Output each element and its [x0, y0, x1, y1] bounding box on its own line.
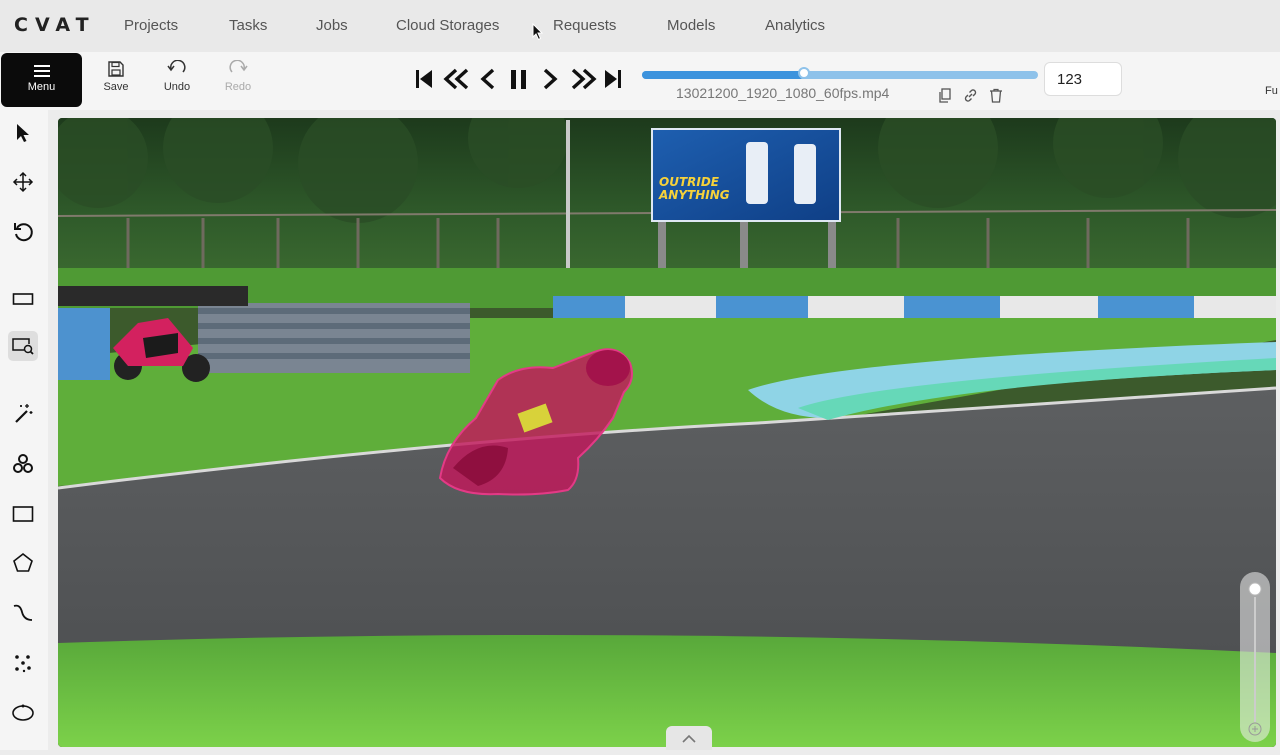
draw-rectangle-tool[interactable] [10, 501, 36, 527]
fit-image-icon [12, 293, 34, 305]
undo-icon [167, 60, 186, 73]
previous-frame-icon [480, 68, 495, 90]
draw-polygon-tool[interactable] [10, 550, 36, 576]
cursor-icon [17, 124, 29, 142]
chevron-up-icon [682, 734, 696, 743]
fullscreen-label[interactable]: Fu [1265, 85, 1278, 97]
first-frame-button[interactable] [415, 67, 433, 95]
nav-tasks[interactable]: Tasks [229, 17, 267, 34]
pause-button[interactable] [509, 67, 529, 95]
draw-polyline-tool[interactable] [10, 600, 36, 626]
last-frame-button[interactable] [604, 67, 622, 95]
delete-icon[interactable] [989, 88, 1003, 103]
fast-backward-icon [443, 68, 469, 90]
draw-points-tool[interactable] [10, 650, 36, 676]
timeline-thumb[interactable] [798, 67, 811, 79]
undo-label: Undo [163, 81, 191, 93]
fast-backward-button[interactable] [443, 67, 471, 95]
rotate-icon [14, 223, 33, 242]
openvino-icon [13, 454, 33, 473]
polygon-icon [13, 552, 33, 572]
nav-requests[interactable]: Requests [553, 17, 616, 34]
frame-timeline-slider[interactable] [642, 67, 1038, 79]
save-label: Save [103, 81, 129, 93]
nav-analytics[interactable]: Analytics [765, 17, 825, 34]
billboard-text-1: OUTRIDE [659, 175, 720, 189]
next-frame-button[interactable] [541, 67, 559, 95]
frame-image: OUTRIDE ANYTHING [58, 118, 1276, 747]
fast-forward-button[interactable] [569, 67, 597, 95]
light-pole [566, 120, 570, 280]
previous-frame-button[interactable] [479, 67, 497, 95]
pause-icon [511, 70, 526, 89]
polyline-icon [13, 604, 33, 621]
next-frame-icon [543, 68, 558, 90]
timeline-progress [642, 71, 805, 79]
rectangle-icon [12, 506, 34, 522]
rotate-tool[interactable] [10, 219, 36, 245]
redo-icon [229, 60, 248, 73]
ellipse-icon [12, 704, 34, 721]
expand-panel-button[interactable] [666, 726, 712, 750]
points-icon [15, 655, 31, 673]
hamburger-icon [33, 65, 50, 77]
undo-button[interactable]: Undo [152, 60, 202, 93]
move-icon [12, 171, 34, 193]
video-filename: 13021200_1920_1080_60fps.mp4 [676, 85, 890, 101]
controls-sidebar [0, 110, 48, 750]
redo-label: Redo [224, 81, 252, 93]
nav-jobs[interactable]: Jobs [316, 17, 348, 34]
annotation-toolbar: Menu Save Undo Redo 13021200_1920_1080_6… [0, 52, 1280, 110]
zoom-slider-graphic [1248, 582, 1262, 736]
fit-image-tool[interactable] [10, 286, 36, 312]
top-navigation: CVAT Projects Tasks Jobs Cloud Storages … [0, 0, 1280, 52]
fast-forward-icon [571, 68, 597, 90]
save-button[interactable]: Save [91, 60, 141, 93]
mouse-cursor-icon [532, 23, 544, 41]
move-tool[interactable] [10, 169, 36, 195]
draw-ellipse-tool[interactable] [10, 699, 36, 725]
zoom-region-tool[interactable] [8, 331, 38, 361]
frame-number-input[interactable] [1044, 62, 1122, 96]
zoom-slider[interactable] [1240, 572, 1270, 742]
zoom-region-icon [12, 338, 34, 355]
magic-wand-icon [15, 404, 33, 423]
menu-label: Menu [27, 81, 56, 93]
nav-models[interactable]: Models [667, 17, 715, 34]
nav-projects[interactable]: Projects [124, 17, 178, 34]
copy-icon[interactable] [939, 88, 952, 103]
cursor-tool[interactable] [10, 120, 36, 146]
magic-wand-tool[interactable] [10, 401, 36, 427]
ai-tools[interactable] [10, 451, 36, 477]
barrier-wall [553, 296, 1276, 318]
last-frame-icon [605, 70, 621, 88]
first-frame-icon [416, 70, 432, 88]
annotation-canvas[interactable]: OUTRIDE ANYTHING [58, 118, 1276, 747]
link-icon[interactable] [963, 88, 978, 103]
cvat-logo[interactable]: CVAT [14, 14, 96, 36]
billboard-text-2: ANYTHING [658, 188, 730, 202]
save-icon [108, 61, 124, 77]
redo-button[interactable]: Redo [213, 60, 263, 93]
nav-cloud-storages[interactable]: Cloud Storages [396, 17, 499, 34]
menu-button[interactable]: Menu [1, 53, 82, 107]
